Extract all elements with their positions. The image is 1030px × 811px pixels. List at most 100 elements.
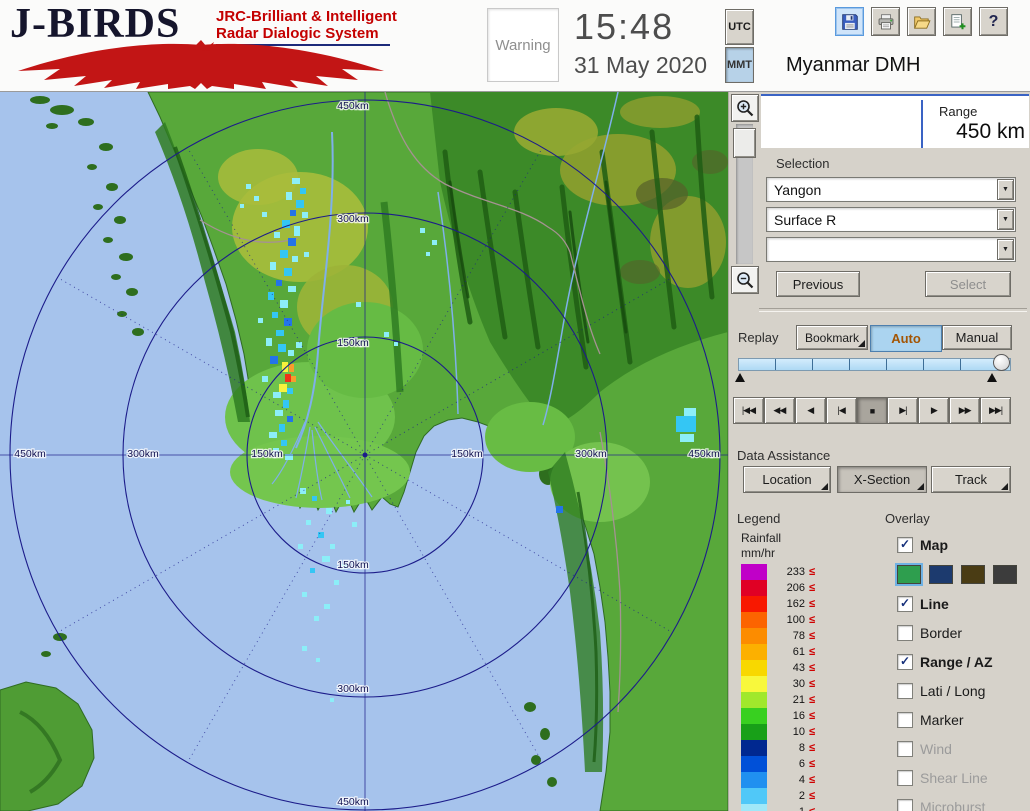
- overlay-item-label: Marker: [920, 711, 964, 728]
- legend-row: 21 ≤: [741, 692, 861, 708]
- overlay-item-line[interactable]: ✓ Line: [897, 589, 1027, 618]
- overlay-item-label: Microburst: [920, 798, 986, 811]
- jbirds-application: J-BIRDS JRC-Brilliant & Intelligent Rada…: [0, 0, 1030, 811]
- slider-start-marker[interactable]: [735, 373, 745, 382]
- skip-first-button[interactable]: |◀◀: [733, 397, 764, 424]
- manual-mode-button[interactable]: Manual: [942, 325, 1012, 350]
- zoom-in-button[interactable]: [731, 94, 759, 122]
- rain-cell: [289, 364, 294, 372]
- skip-last-button[interactable]: ▶▶|: [980, 397, 1012, 424]
- range-ring-label: 150km: [337, 337, 369, 349]
- checkbox[interactable]: ✓: [897, 595, 913, 612]
- magnifier-minus-icon: [737, 272, 754, 289]
- extra-dropdown[interactable]: ▼: [766, 237, 1016, 262]
- overlay-item-map[interactable]: ✓ Map: [897, 530, 1027, 559]
- legend-value: 6: [798, 758, 805, 770]
- overlay-item-label: Line: [920, 595, 949, 612]
- legend-color-swatch: [741, 804, 767, 811]
- rain-cell: [312, 496, 317, 501]
- checkbox[interactable]: [897, 711, 913, 728]
- track-button[interactable]: Track: [931, 466, 1011, 493]
- overlay-item-microburst: Microburst: [897, 792, 1027, 811]
- legend-row: 1≤: [741, 804, 861, 811]
- clock-time: 15:48: [574, 6, 675, 47]
- overlay-item-label: Range / AZ: [920, 653, 993, 670]
- legend-lte-symbol: ≤: [809, 806, 815, 811]
- legend-color-swatch: [741, 564, 767, 580]
- radar-map[interactable]: 150km 150km 150km 150km 300km 300km 300km 300km…: [0, 91, 729, 811]
- legend-row: 16 ≤: [741, 708, 861, 724]
- export-image-button[interactable]: [943, 7, 972, 36]
- step-forward-button[interactable]: ▶|: [887, 397, 919, 424]
- rain-cell: [296, 200, 304, 208]
- chevron-down-icon[interactable]: ▼: [997, 209, 1014, 230]
- rain-cell: [306, 520, 311, 525]
- rain-cell: [288, 238, 296, 246]
- chevron-down-icon[interactable]: ▼: [997, 179, 1014, 200]
- overlay-item-lati-long[interactable]: Lati / Long: [897, 676, 1027, 705]
- logo-tagline: JRC-Brilliant & Intelligent Radar Dialog…: [216, 8, 397, 42]
- checkbox[interactable]: ✓: [897, 536, 913, 553]
- play-reverse-button[interactable]: ◀: [794, 397, 826, 424]
- location-button[interactable]: Location: [743, 466, 831, 493]
- replay-slider-thumb[interactable]: [993, 354, 1010, 371]
- overlay-item-range-az[interactable]: ✓ Range / AZ: [897, 647, 1027, 676]
- legend-value: 21: [792, 694, 805, 706]
- range-ring-label: 150km: [251, 448, 283, 460]
- bookmark-button[interactable]: Bookmark: [796, 325, 868, 350]
- rain-cell: [420, 228, 425, 233]
- checkbox[interactable]: ✓: [897, 653, 913, 670]
- rain-cell: [240, 204, 244, 208]
- zoom-out-button[interactable]: [731, 266, 759, 294]
- radar-center-dot: [362, 452, 368, 458]
- auto-mode-button[interactable]: Auto: [870, 325, 942, 352]
- site-dropdown[interactable]: Yangon ▼: [766, 177, 1016, 202]
- legend-value: 2: [798, 790, 805, 802]
- legend-row: 233 ≤: [741, 564, 861, 580]
- header: J-BIRDS JRC-Brilliant & Intelligent Rada…: [0, 0, 1030, 92]
- rain-cell: [284, 268, 292, 276]
- overlay-item-shear-line: Shear Line: [897, 763, 1027, 792]
- overlay-item-border[interactable]: Border: [897, 618, 1027, 647]
- previous-button[interactable]: Previous: [776, 271, 860, 297]
- play-button[interactable]: ▶: [918, 397, 950, 424]
- chevron-down-icon[interactable]: ▼: [997, 239, 1014, 260]
- legend-row: 8 ≤: [741, 740, 861, 756]
- printer-icon: [878, 13, 893, 29]
- save-button[interactable]: [835, 7, 864, 36]
- help-button[interactable]: ?: [979, 7, 1008, 36]
- rain-cell: [556, 506, 563, 513]
- mmt-button[interactable]: MMT: [725, 47, 754, 83]
- rain-cell: [300, 488, 306, 494]
- overlay-item-marker[interactable]: Marker: [897, 705, 1027, 734]
- fast-rewind-button[interactable]: ◀◀: [763, 397, 795, 424]
- overlay-item-wind: Wind: [897, 734, 1027, 763]
- print-button[interactable]: [871, 7, 900, 36]
- rain-cell: [262, 212, 267, 217]
- data-assistance-title: Data Assistance: [737, 448, 831, 463]
- x-section-button[interactable]: X-Section: [837, 466, 927, 493]
- zoom-slider-thumb[interactable]: [733, 128, 756, 158]
- map-style-swatch[interactable]: [993, 564, 1017, 584]
- checkbox[interactable]: [897, 682, 913, 699]
- radar-map-area[interactable]: 150km 150km 150km 150km 300km 300km 300km 300km…: [0, 91, 729, 811]
- rain-cell: [275, 410, 283, 416]
- open-file-button[interactable]: [907, 7, 936, 36]
- checkbox: [897, 740, 913, 757]
- fast-forward-button[interactable]: ▶▶: [949, 397, 981, 424]
- step-back-button[interactable]: |◀: [825, 397, 857, 424]
- utc-button[interactable]: UTC: [725, 9, 754, 45]
- replay-slider-track[interactable]: [738, 358, 1011, 371]
- slider-end-marker[interactable]: [987, 373, 997, 382]
- rain-cell: [684, 408, 696, 416]
- legend-row: 4 ≤: [741, 772, 861, 788]
- legend-value: 100: [786, 614, 805, 626]
- map-style-swatch[interactable]: [895, 562, 923, 586]
- checkbox[interactable]: [897, 624, 913, 641]
- product-dropdown[interactable]: Surface R ▼: [766, 207, 1016, 232]
- map-style-swatch[interactable]: [961, 564, 985, 584]
- legend-value: 4: [798, 774, 805, 786]
- map-style-swatch[interactable]: [929, 564, 953, 584]
- stop-button[interactable]: ■: [856, 397, 888, 424]
- checkbox: [897, 798, 913, 811]
